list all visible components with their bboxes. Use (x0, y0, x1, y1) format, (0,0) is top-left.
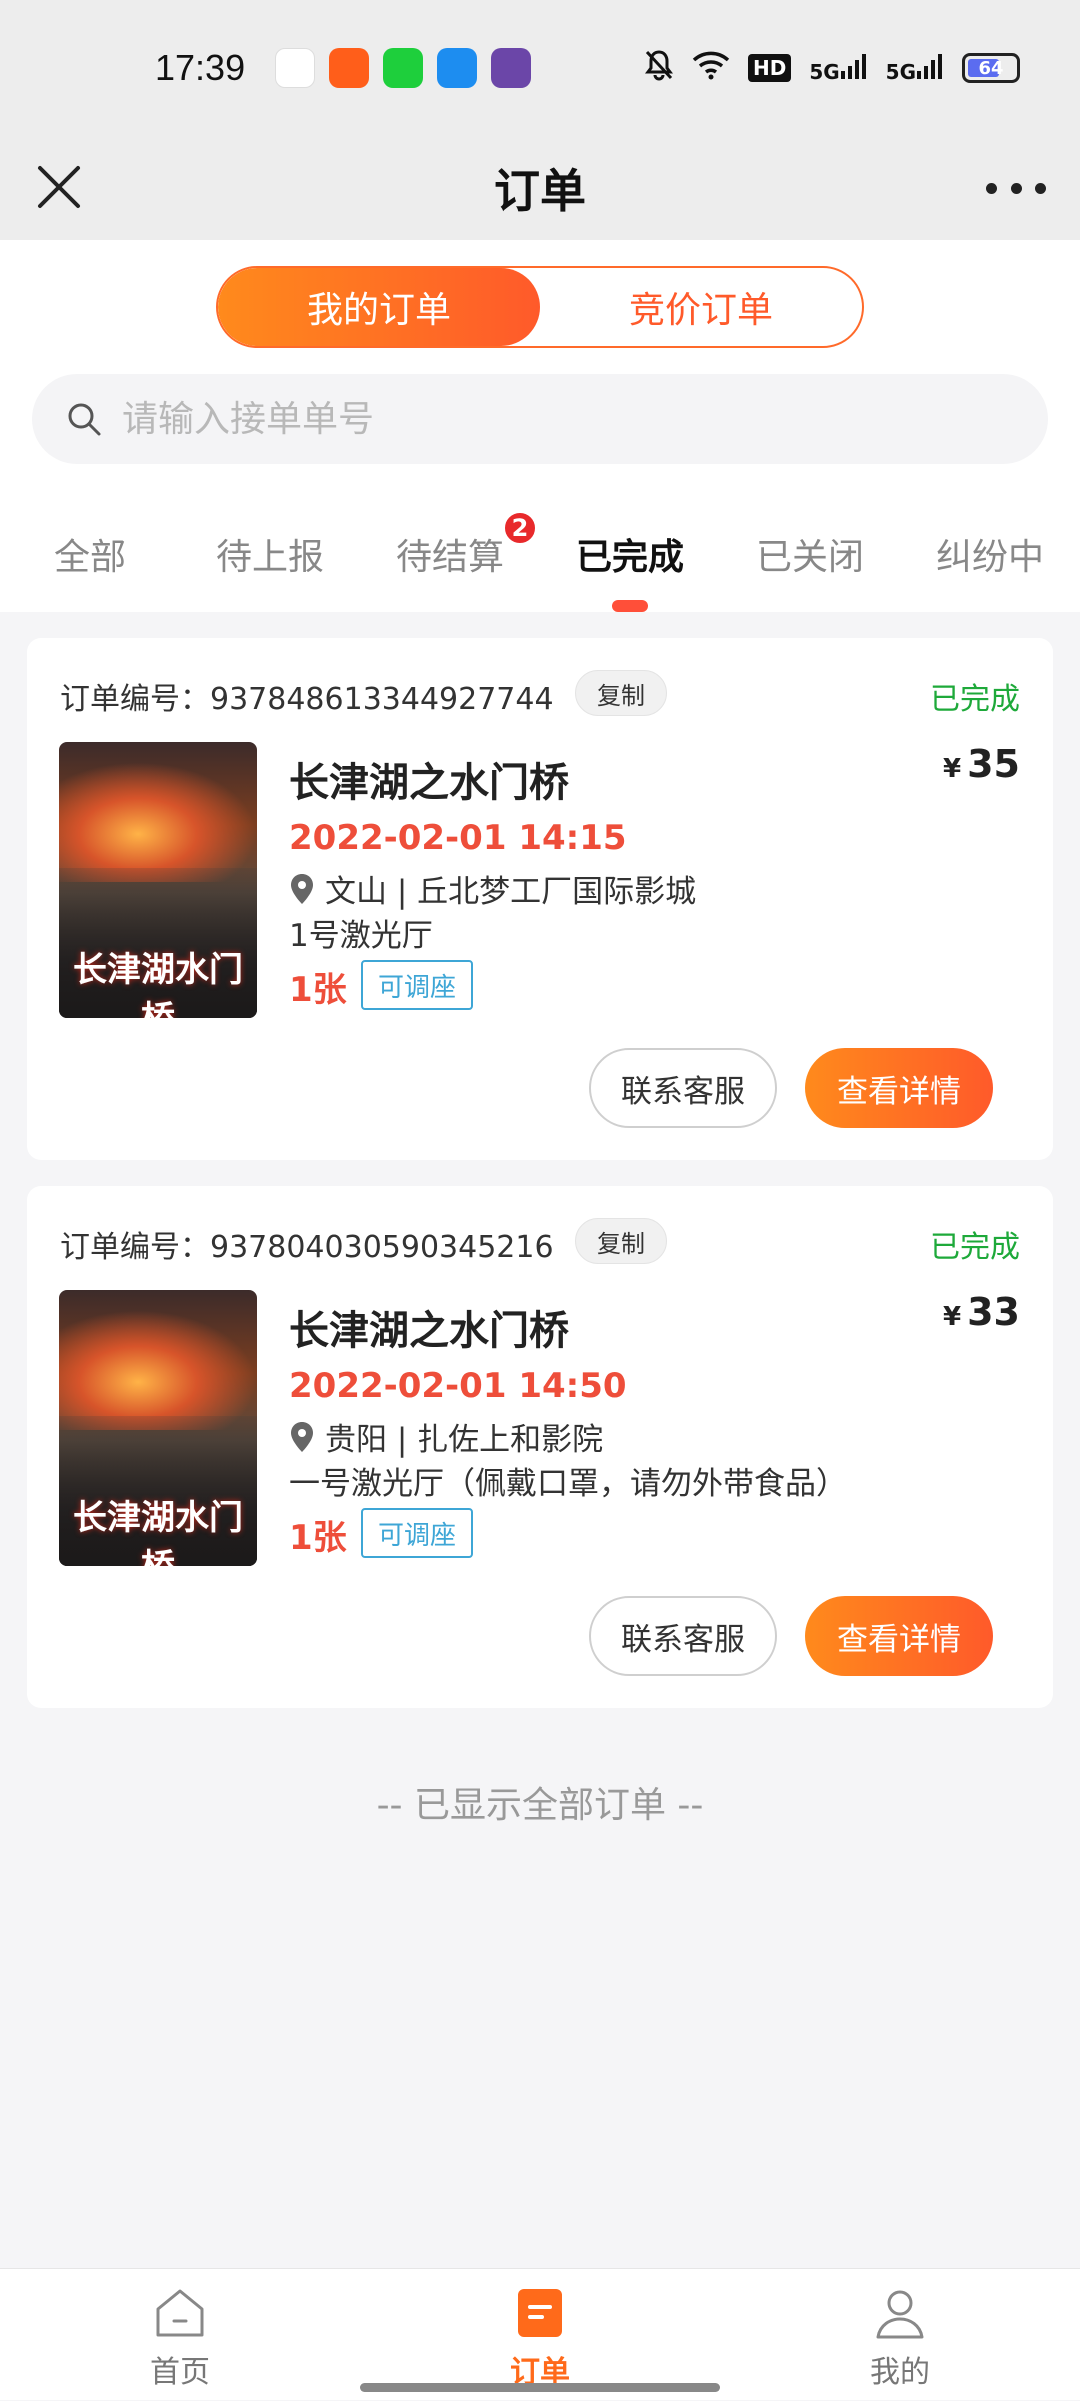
currency-symbol: ¥ (943, 1302, 962, 1332)
search-icon (68, 403, 101, 436)
order-price: ¥33 (943, 1290, 1020, 1334)
contact-service-button[interactable]: 联系客服 (589, 1048, 777, 1128)
status-tabs: 全部 待上报 待结算 2 已完成 已关闭 纠纷中 (0, 496, 1080, 612)
search-bar (32, 374, 1048, 464)
tab-label: 待结算 (395, 537, 504, 578)
signal-5g-icon: 5G (886, 53, 944, 84)
price-value: 33 (967, 1290, 1020, 1334)
seat-adjustable-tag: 可调座 (361, 960, 473, 1010)
home-icon (156, 2289, 204, 2337)
order-card: 订单编号：937848613344927744 复制 已完成 长津湖水门桥 长津… (27, 638, 1053, 1160)
status-app-icons (275, 48, 532, 88)
view-details-button[interactable]: 查看详情 (805, 1596, 993, 1676)
bottom-nav: 首页 订单 我的 (0, 2268, 1080, 2400)
poster-art (59, 1310, 257, 1430)
page-title: 订单 (494, 164, 586, 218)
tab-completed[interactable]: 已完成 (540, 496, 720, 612)
close-icon[interactable] (30, 158, 90, 218)
home-indicator[interactable] (360, 2383, 720, 2392)
tab-pending-report[interactable]: 待上报 (180, 496, 360, 612)
tab-all[interactable]: 全部 (0, 496, 180, 612)
order-filter-panel: 我的订单 竞价订单 全部 待上报 待结算 2 已完成 已关闭 纠纷中 (0, 240, 1080, 612)
nav-item-profile[interactable]: 我的 (810, 2269, 990, 2401)
cinema-name: 文山 | 丘北梦工厂国际影城 (325, 874, 697, 910)
tab-disputed[interactable]: 纠纷中 (900, 496, 1080, 612)
order-price: ¥35 (943, 742, 1020, 786)
order-number: 订单编号：937848613344927744 (60, 682, 554, 717)
order-number: 订单编号：937804030590345216 (60, 1230, 554, 1265)
cinema-info: 贵阳 | 扎佐上和影院 (289, 1414, 603, 1459)
status-time: 17:39 (155, 47, 246, 88)
movie-poster[interactable]: 长津湖水门桥 (59, 742, 257, 1018)
order-type-segment: 我的订单 竞价订单 (216, 266, 864, 348)
app-notification-icon (491, 48, 532, 88)
app-notification-icon (275, 48, 316, 88)
list-end-note: -- 已显示全部订单 -- (376, 1785, 704, 1826)
hall-name: 1号激光厅 (289, 918, 433, 954)
ticket-count: 1张 (289, 1518, 347, 1558)
mute-icon (644, 49, 674, 87)
app-notification-icon (383, 48, 424, 88)
movie-title: 长津湖之水门桥 (289, 760, 569, 806)
poster-title: 长津湖水门桥 (73, 950, 243, 1018)
order-status: 已完成 (930, 682, 1020, 717)
battery-level: 64 (978, 57, 1004, 79)
showtime: 2022-02-01 14:50 (289, 1366, 627, 1406)
status-indicators: HD 5G 5G 64 (644, 49, 1020, 87)
nav-item-orders[interactable]: 订单 (450, 2269, 630, 2401)
wifi-icon (692, 50, 730, 86)
poster-title: 长津湖水门桥 (73, 1498, 243, 1566)
copy-button[interactable]: 复制 (575, 670, 667, 716)
cinema-name: 贵阳 | 扎佐上和影院 (325, 1422, 604, 1458)
tab-closed[interactable]: 已关闭 (720, 496, 900, 612)
contact-service-button[interactable]: 联系客服 (589, 1596, 777, 1676)
search-input[interactable] (122, 398, 922, 440)
signal-5g-label: 5G (809, 59, 840, 84)
showtime: 2022-02-01 14:15 (289, 818, 627, 858)
location-pin-icon (291, 873, 313, 904)
count-badge: 2 (502, 510, 538, 546)
cinema-info: 文山 | 丘北梦工厂国际影城 (289, 866, 696, 911)
nav-label: 我的 (870, 2355, 930, 2390)
nav-label: 首页 (150, 2355, 210, 2390)
app-notification-icon (329, 48, 370, 88)
movie-poster[interactable]: 长津湖水门桥 (59, 1290, 257, 1566)
order-status: 已完成 (930, 1230, 1020, 1265)
poster-art (59, 762, 257, 882)
currency-symbol: ¥ (943, 754, 962, 784)
seat-adjustable-tag: 可调座 (361, 1508, 473, 1558)
hall-name: 一号激光厅（佩戴口罩，请勿外带食品） (289, 1466, 847, 1502)
battery-icon: 64 (962, 53, 1020, 83)
segment-bidding-orders[interactable]: 竞价订单 (540, 268, 862, 346)
copy-button[interactable]: 复制 (575, 1218, 667, 1264)
app-notification-icon (437, 48, 478, 88)
signal-5g-icon: 5G (809, 53, 867, 84)
more-options-icon[interactable] (986, 164, 1046, 212)
status-bar: 17:39 HD 5G 5G 64 (0, 0, 1080, 136)
profile-icon (876, 2290, 924, 2339)
segment-my-orders[interactable]: 我的订单 (218, 268, 540, 346)
nav-item-home[interactable]: 首页 (90, 2269, 270, 2401)
hd-voice-icon: HD (747, 54, 792, 82)
view-details-button[interactable]: 查看详情 (805, 1048, 993, 1128)
price-value: 35 (967, 742, 1020, 786)
orders-icon (518, 2289, 562, 2337)
movie-title: 长津湖之水门桥 (289, 1308, 569, 1354)
ticket-count: 1张 (289, 970, 347, 1010)
location-pin-icon (291, 1421, 313, 1452)
signal-5g-label: 5G (885, 59, 916, 84)
nav-header: 订单 (0, 136, 1080, 240)
tab-pending-settlement[interactable]: 待结算 2 (360, 496, 540, 612)
order-card: 订单编号：937804030590345216 复制 已完成 长津湖水门桥 长津… (27, 1186, 1053, 1708)
